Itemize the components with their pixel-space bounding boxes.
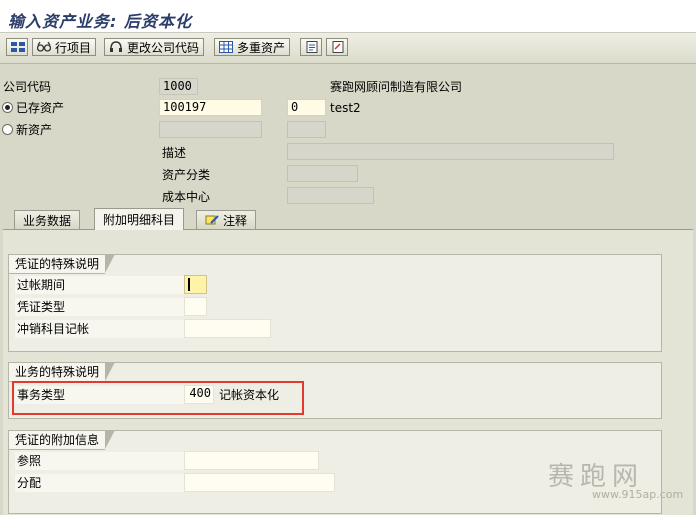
new-asset-number-field bbox=[159, 121, 262, 138]
document-type-label: 凭证类型 bbox=[15, 298, 185, 316]
company-code-field: 1000 bbox=[159, 78, 198, 95]
title-bar: 输入资产业务: 后资本化 bbox=[0, 0, 696, 33]
offset-posting-input[interactable] bbox=[184, 319, 271, 338]
new-asset-radio[interactable] bbox=[2, 124, 13, 135]
cost-center-field bbox=[287, 187, 374, 204]
change-company-code-label: 更改公司代码 bbox=[127, 40, 200, 55]
text-cursor bbox=[188, 278, 190, 291]
document-icon bbox=[305, 41, 319, 53]
reference-input[interactable] bbox=[184, 451, 319, 470]
asset-short-text: test2 bbox=[330, 101, 361, 115]
application-toolbar: 行项目 更改公司代码 多重资产 bbox=[0, 33, 696, 64]
document-back-button[interactable] bbox=[300, 38, 322, 56]
table-icon bbox=[219, 41, 233, 53]
sub-number-input[interactable]: 0 bbox=[287, 99, 326, 116]
tab-additional-details[interactable]: 附加明细科目 bbox=[94, 208, 185, 230]
pencil-note-icon bbox=[205, 214, 219, 226]
watermark-url: www.915ap.com bbox=[592, 488, 684, 501]
tab-additional-details-label: 附加明细科目 bbox=[103, 213, 176, 227]
posting-period-input[interactable] bbox=[184, 275, 207, 294]
existing-asset-radio[interactable] bbox=[2, 102, 13, 113]
existing-asset-label: 已存资产 bbox=[16, 101, 65, 115]
document-forward-button[interactable] bbox=[326, 38, 348, 56]
group-document-additional-title: 凭证的附加信息 bbox=[8, 430, 116, 450]
group-document-special: 凭证的特殊说明 过帐期间 凭证类型 冲销科目记帐 bbox=[8, 254, 662, 352]
document-type-input[interactable] bbox=[184, 297, 207, 316]
group-transaction-special-title: 业务的特殊说明 bbox=[8, 362, 116, 382]
assignment-input[interactable] bbox=[184, 473, 335, 492]
cost-center-label: 成本中心 bbox=[162, 190, 211, 204]
asset-class-field bbox=[287, 165, 358, 182]
line-items-label: 行项目 bbox=[55, 40, 92, 55]
highlight-box bbox=[12, 381, 304, 415]
assignment-label: 分配 bbox=[15, 474, 185, 492]
tab-transaction-data[interactable]: 业务数据 bbox=[14, 210, 81, 229]
asset-number-input[interactable]: 100197 bbox=[159, 99, 262, 116]
company-code-label: 公司代码 bbox=[3, 80, 52, 94]
new-asset-label: 新资产 bbox=[16, 123, 53, 137]
glasses-icon bbox=[37, 41, 51, 53]
company-name: 赛跑网顾问制造有限公司 bbox=[330, 80, 463, 94]
tab-transaction-data-label: 业务数据 bbox=[23, 213, 72, 228]
description-label: 描述 bbox=[162, 146, 187, 160]
multiple-assets-label: 多重资产 bbox=[237, 40, 286, 55]
page-title: 输入资产业务: 后资本化 bbox=[8, 12, 192, 31]
overview-icon bbox=[11, 41, 25, 53]
offset-posting-label: 冲销科目记帐 bbox=[15, 320, 185, 338]
headset-icon bbox=[109, 41, 123, 53]
multiple-assets-button[interactable]: 多重资产 bbox=[214, 38, 291, 56]
overview-button[interactable] bbox=[6, 38, 28, 56]
reference-label: 参照 bbox=[15, 452, 185, 470]
asset-class-label: 资产分类 bbox=[162, 168, 211, 182]
tab-notes-label: 注释 bbox=[223, 213, 248, 228]
line-items-button[interactable]: 行项目 bbox=[32, 38, 97, 56]
description-field bbox=[287, 143, 614, 160]
tab-notes[interactable]: 注释 bbox=[196, 210, 257, 229]
group-document-special-title: 凭证的特殊说明 bbox=[8, 254, 116, 274]
new-asset-sub-field bbox=[287, 121, 326, 138]
posting-period-label: 过帐期间 bbox=[15, 276, 185, 294]
document-edit-icon bbox=[331, 41, 345, 53]
change-company-code-button[interactable]: 更改公司代码 bbox=[104, 38, 205, 56]
